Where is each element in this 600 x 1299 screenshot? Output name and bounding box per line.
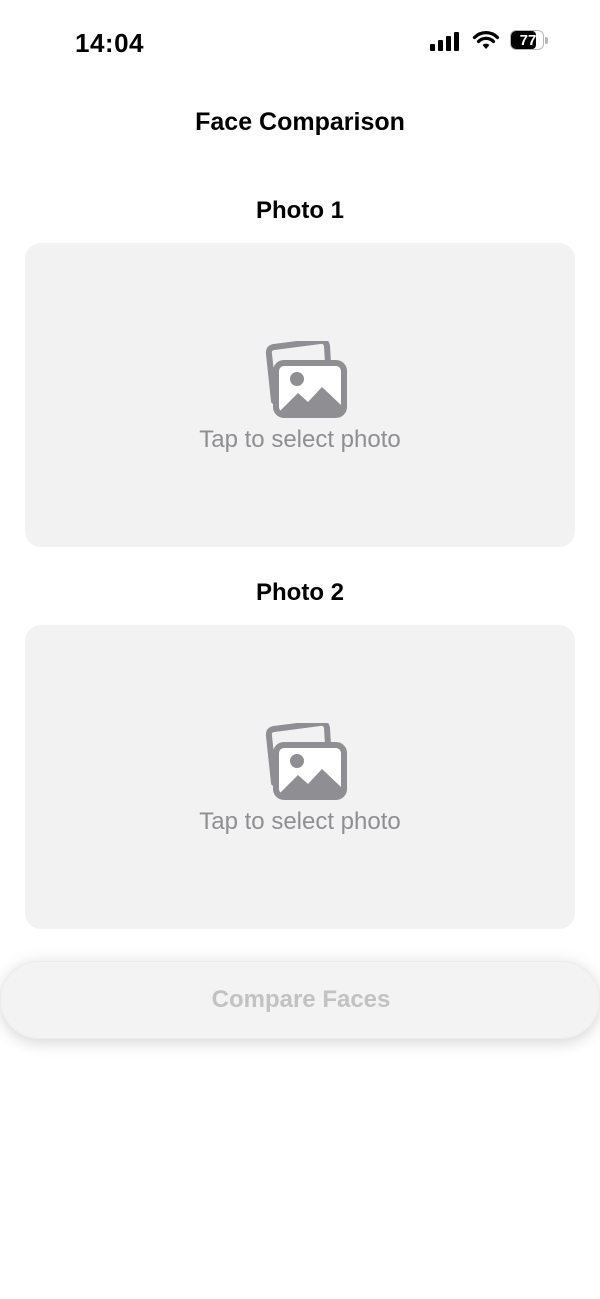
battery-level: 77 — [519, 32, 537, 49]
battery-tip — [545, 37, 548, 44]
battery-icon: 77 — [510, 30, 550, 52]
status-bar: 14:04 77 — [0, 0, 600, 90]
photo-stack-icon — [265, 341, 347, 418]
photo-1-placeholder: Tap to select photo — [199, 426, 401, 453]
status-icons: 77 — [430, 30, 550, 52]
compare-faces-label: Compare Faces — [211, 986, 391, 1013]
compare-faces-button[interactable]: Compare Faces — [0, 961, 600, 1039]
signal-icon — [430, 32, 459, 51]
status-time: 14:04 — [75, 28, 144, 58]
photo-1-label: Photo 1 — [256, 197, 344, 224]
battery-body: 77 — [510, 30, 544, 50]
wifi-icon — [472, 31, 500, 49]
photo-1-picker[interactable]: Tap to select photo — [25, 243, 575, 547]
photo-2-placeholder: Tap to select photo — [199, 808, 401, 835]
photo-stack-icon — [265, 723, 347, 800]
page-title: Face Comparison — [195, 108, 405, 136]
photo-2-label: Photo 2 — [256, 579, 344, 606]
photo-2-picker[interactable]: Tap to select photo — [25, 625, 575, 929]
